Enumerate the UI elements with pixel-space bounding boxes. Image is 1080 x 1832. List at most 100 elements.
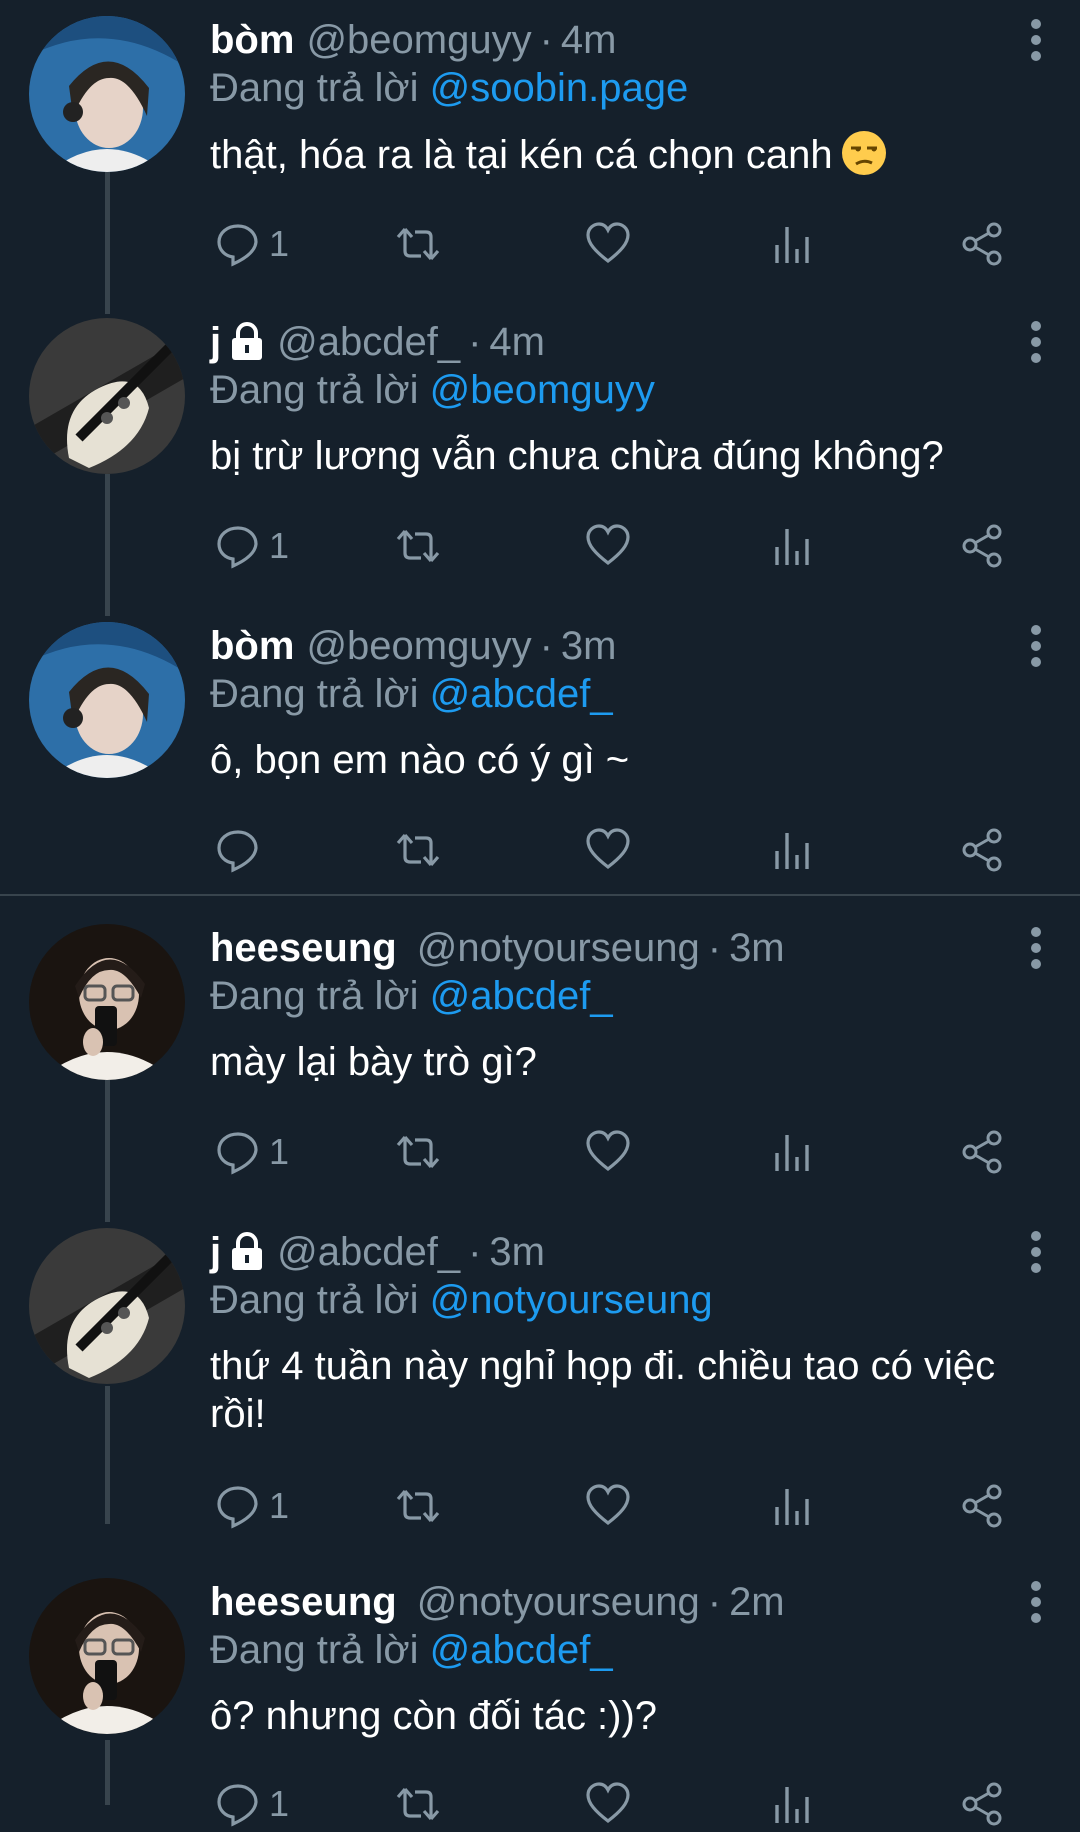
reply-button[interactable]: 1 bbox=[215, 1776, 289, 1832]
analytics-button[interactable] bbox=[770, 822, 816, 878]
reply-button[interactable]: 1 bbox=[215, 216, 289, 272]
reply-button[interactable]: 1 bbox=[215, 1124, 289, 1180]
share-button[interactable] bbox=[960, 1124, 1006, 1180]
heart-icon bbox=[586, 828, 630, 870]
heart-icon bbox=[586, 524, 630, 566]
analytics-button[interactable] bbox=[770, 1478, 816, 1534]
lock-icon bbox=[232, 322, 263, 360]
reply-count: 1 bbox=[269, 525, 290, 566]
avatar[interactable] bbox=[29, 1228, 185, 1384]
tweet-text: bị trừ lương vẫn chưa chừa đúng không? bbox=[210, 434, 944, 478]
reply-button[interactable] bbox=[215, 822, 269, 878]
more-options-icon[interactable] bbox=[1012, 16, 1060, 64]
user-handle[interactable]: @beomguyy bbox=[306, 16, 531, 64]
reply-count: 1 bbox=[269, 1783, 290, 1824]
user-handle[interactable]: @notyourseung bbox=[417, 1578, 700, 1626]
more-options-icon[interactable] bbox=[1012, 1228, 1060, 1276]
mention-link[interactable]: @soobin.page bbox=[430, 66, 689, 110]
more-options-icon[interactable] bbox=[1012, 924, 1060, 972]
like-button[interactable] bbox=[585, 1776, 631, 1832]
share-button[interactable] bbox=[960, 216, 1006, 272]
retweet-button[interactable] bbox=[395, 216, 441, 272]
more-options-icon[interactable] bbox=[1012, 318, 1060, 366]
display-name[interactable]: heeseung bbox=[210, 924, 397, 972]
separator-dot: · bbox=[468, 1230, 482, 1274]
retweet-button[interactable] bbox=[395, 1478, 441, 1534]
reply-count: 1 bbox=[269, 223, 290, 264]
tweet-header: bòm @beomguyy · 3m bbox=[210, 622, 1060, 670]
retweet-icon bbox=[396, 529, 440, 563]
analytics-icon bbox=[775, 1489, 809, 1525]
share-button[interactable] bbox=[960, 1776, 1006, 1832]
retweet-icon bbox=[396, 833, 440, 867]
tweet-actions: 1 bbox=[210, 216, 1010, 272]
display-name[interactable]: heeseung bbox=[210, 1578, 397, 1626]
user-handle[interactable]: @beomguyy bbox=[306, 622, 531, 670]
timestamp[interactable]: 2m bbox=[729, 1578, 785, 1626]
tweet-text: mày lại bày trò gì? bbox=[210, 1040, 537, 1084]
retweet-icon bbox=[396, 1135, 440, 1169]
avatar[interactable] bbox=[29, 1578, 185, 1734]
share-button[interactable] bbox=[960, 1478, 1006, 1534]
retweet-button[interactable] bbox=[395, 1124, 441, 1180]
separator-dot: · bbox=[468, 320, 482, 364]
mention-link[interactable]: @beomguyy bbox=[430, 368, 655, 412]
more-options-icon[interactable] bbox=[1012, 622, 1060, 670]
mention-link[interactable]: @abcdef_ bbox=[430, 672, 613, 716]
retweet-button[interactable] bbox=[395, 1776, 441, 1832]
display-name[interactable]: j bbox=[210, 318, 221, 366]
user-handle[interactable]: @abcdef_ bbox=[277, 318, 460, 366]
separator-dot: · bbox=[707, 926, 722, 970]
tweet-actions: 1 bbox=[210, 1478, 1010, 1534]
avatar[interactable] bbox=[29, 318, 185, 474]
avatar[interactable] bbox=[29, 16, 185, 172]
like-button[interactable] bbox=[585, 216, 631, 272]
analytics-button[interactable] bbox=[770, 518, 816, 574]
tweet-actions: 1 bbox=[210, 1776, 1010, 1832]
more-options-icon[interactable] bbox=[1012, 1578, 1060, 1626]
mention-link[interactable]: @notyourseung bbox=[430, 1278, 713, 1322]
mention-link[interactable]: @abcdef_ bbox=[430, 974, 613, 1018]
timestamp[interactable]: 4m bbox=[489, 318, 545, 366]
retweet-button[interactable] bbox=[395, 822, 441, 878]
display-name[interactable]: j bbox=[210, 1228, 221, 1276]
like-button[interactable] bbox=[585, 1478, 631, 1534]
analytics-icon bbox=[775, 227, 809, 263]
reply-icon bbox=[217, 224, 258, 267]
tweet-actions: 1 bbox=[210, 1124, 1010, 1180]
retweet-button[interactable] bbox=[395, 518, 441, 574]
share-icon bbox=[962, 524, 1002, 568]
lock-icon bbox=[232, 1232, 263, 1270]
unamused-face-emoji-icon bbox=[841, 131, 886, 175]
timestamp[interactable]: 3m bbox=[561, 622, 617, 670]
mention-link[interactable]: @abcdef_ bbox=[430, 1628, 613, 1672]
reply-button[interactable]: 1 bbox=[215, 518, 289, 574]
user-handle[interactable]: @abcdef_ bbox=[277, 1228, 460, 1276]
replying-to: Đang trả lời @beomguyy bbox=[210, 366, 1060, 414]
tweet-text: ô, bọn em nào có ý gì ~ bbox=[210, 738, 630, 782]
display-name[interactable]: bòm bbox=[210, 16, 294, 64]
share-button[interactable] bbox=[960, 822, 1006, 878]
display-name[interactable]: bòm bbox=[210, 622, 294, 670]
tweet-header: j @abcdef_ · 4m bbox=[210, 318, 1060, 366]
separator-dot: · bbox=[539, 624, 553, 668]
user-handle[interactable]: @notyourseung bbox=[417, 924, 700, 972]
analytics-button[interactable] bbox=[770, 216, 816, 272]
reply-icon bbox=[217, 526, 258, 569]
like-button[interactable] bbox=[585, 1124, 631, 1180]
replying-to: Đang trả lời @abcdef_ bbox=[210, 670, 1060, 718]
reply-button[interactable]: 1 bbox=[215, 1478, 289, 1534]
share-button[interactable] bbox=[960, 518, 1006, 574]
tweet-actions: 1 bbox=[210, 518, 1010, 574]
avatar[interactable] bbox=[29, 924, 185, 1080]
timestamp[interactable]: 4m bbox=[561, 16, 617, 64]
avatar[interactable] bbox=[29, 622, 185, 778]
like-button[interactable] bbox=[585, 822, 631, 878]
analytics-button[interactable] bbox=[770, 1776, 816, 1832]
timestamp[interactable]: 3m bbox=[489, 1228, 545, 1276]
heart-icon bbox=[586, 222, 630, 264]
timestamp[interactable]: 3m bbox=[729, 924, 785, 972]
reply-icon bbox=[217, 1784, 258, 1827]
like-button[interactable] bbox=[585, 518, 631, 574]
analytics-button[interactable] bbox=[770, 1124, 816, 1180]
